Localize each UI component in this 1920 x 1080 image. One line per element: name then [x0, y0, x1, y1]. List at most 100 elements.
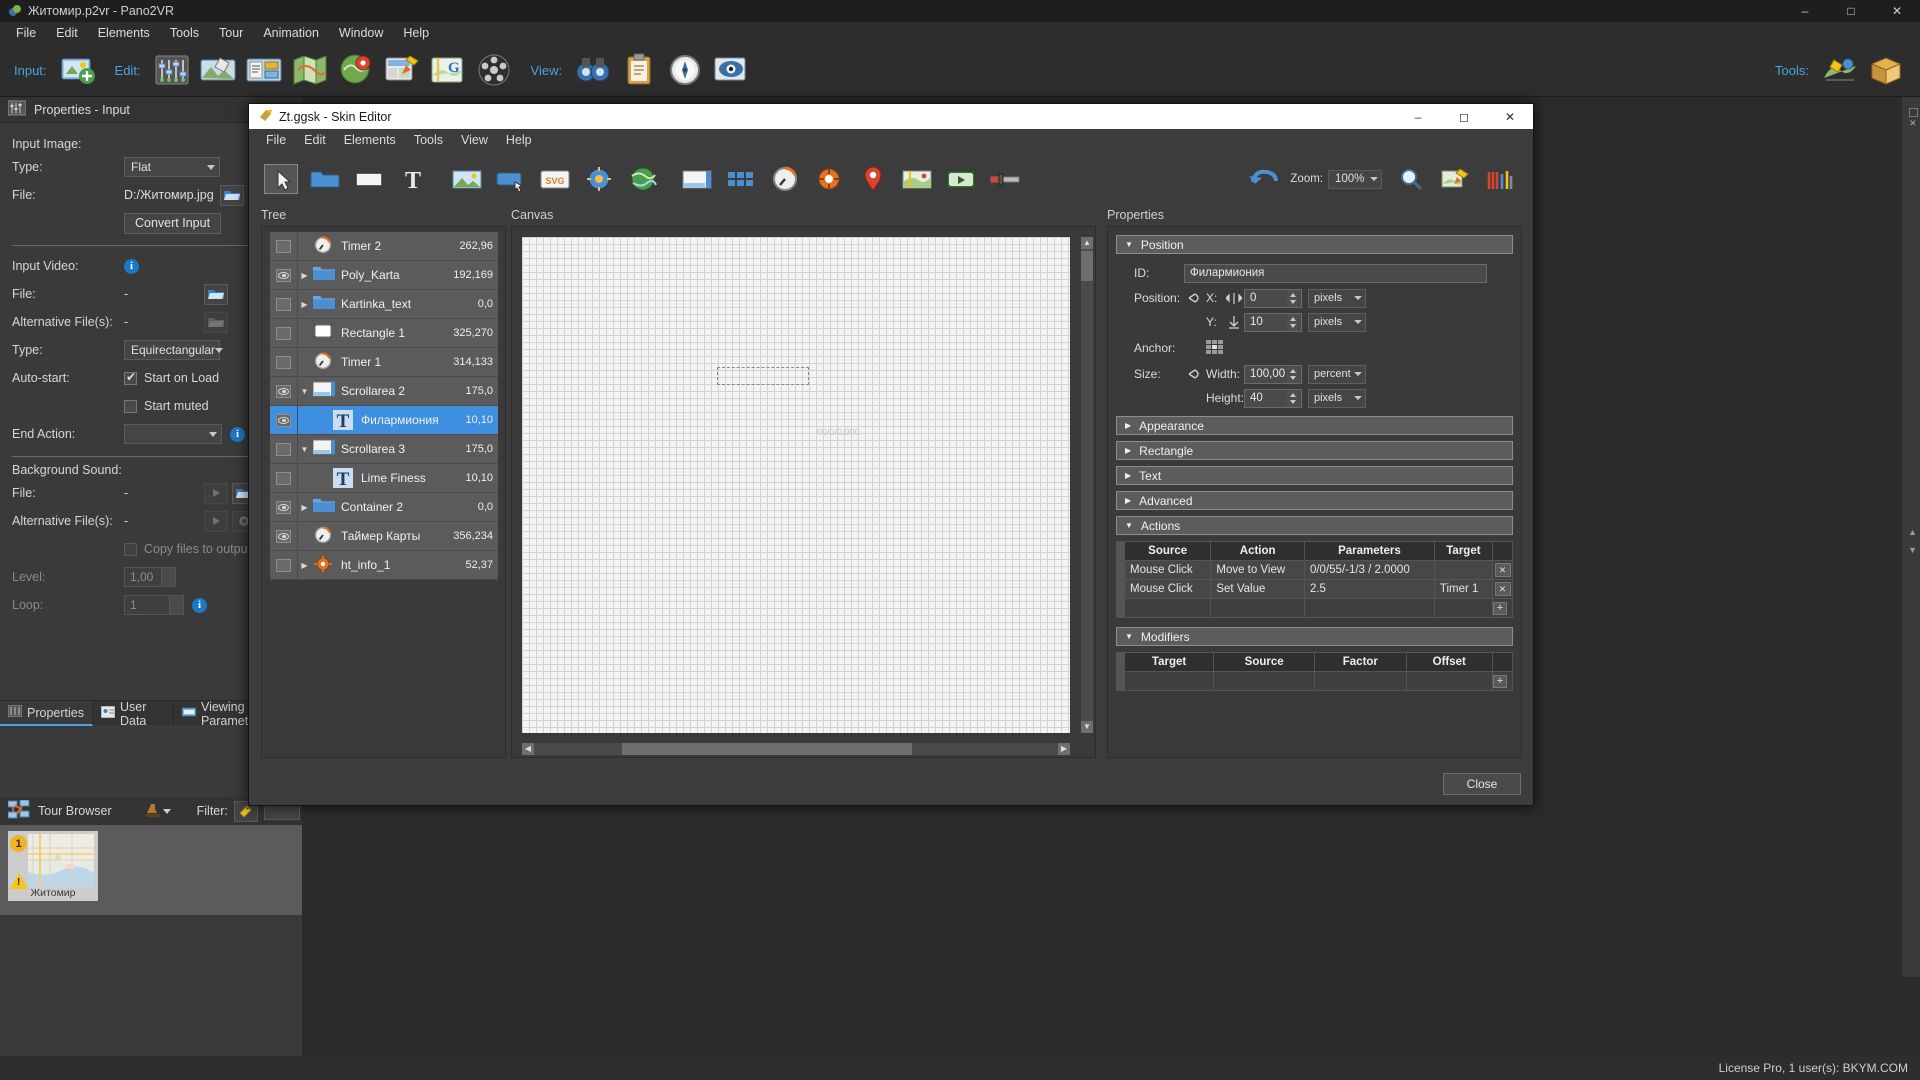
stamp-icon[interactable] — [145, 803, 171, 819]
tree-row[interactable]: ▼ Scrollarea 2 175,0 — [270, 376, 498, 406]
hotspot-editor-icon[interactable] — [244, 50, 284, 90]
add-input-icon[interactable] — [58, 50, 98, 90]
copy-files-checkbox[interactable] — [124, 542, 137, 556]
skin-menu-edit[interactable]: Edit — [295, 131, 335, 149]
section-advanced[interactable]: ▶ Advanced — [1116, 491, 1513, 510]
hotspot-icon[interactable] — [582, 164, 616, 194]
export-skin-icon[interactable] — [1438, 164, 1472, 194]
binoculars-icon[interactable] — [573, 50, 613, 90]
tree-row[interactable]: ▶ Container 2 0,0 — [270, 492, 498, 522]
visibility-checkbox[interactable] — [270, 463, 298, 493]
clipboard-icon[interactable] — [619, 50, 659, 90]
patch-tool-icon[interactable] — [198, 50, 238, 90]
close-icon[interactable]: ✕ — [1494, 582, 1511, 596]
visibility-eye-icon[interactable] — [270, 405, 298, 435]
film-strip-icon[interactable] — [474, 50, 514, 90]
section-modifiers[interactable]: ▼ Modifiers — [1116, 627, 1513, 646]
folder-open-icon[interactable] — [204, 283, 228, 305]
tree-row[interactable]: ▶ Poly_Karta 192,169 — [270, 260, 498, 290]
scroll-left-icon[interactable]: ◀ — [522, 743, 534, 755]
cell-parameters[interactable]: 0/0/55/-1/3 / 2.0000 — [1303, 560, 1435, 580]
skin-menu-tools[interactable]: Tools — [405, 131, 452, 149]
start-on-load-checkbox[interactable] — [124, 370, 137, 385]
canvas-panel[interactable]: 00/0/0,000 ▲ ▼ ◀ ▶ — [511, 226, 1096, 758]
menu-animation[interactable]: Animation — [253, 24, 329, 42]
package-box-icon[interactable] — [1866, 50, 1906, 90]
tree-row[interactable]: T Филармиония 10,10 — [270, 405, 498, 435]
scrollbar-thumb[interactable] — [622, 743, 912, 755]
menu-tour[interactable]: Tour — [209, 24, 253, 42]
scroll-up-icon[interactable]: ▲ — [1081, 237, 1093, 249]
menu-window[interactable]: Window — [329, 24, 393, 42]
tree-row[interactable]: T Lime Finess 10,10 — [270, 463, 498, 493]
folder-open-icon[interactable] — [204, 311, 228, 333]
visibility-eye-icon[interactable] — [270, 376, 298, 406]
properties-sliders-icon[interactable] — [152, 50, 192, 90]
play-icon[interactable] — [204, 510, 228, 532]
close-button[interactable]: Close — [1443, 773, 1521, 795]
folder-open-icon[interactable] — [220, 184, 244, 206]
search-icon[interactable] — [1394, 164, 1428, 194]
stepper-arrows-icon[interactable] — [1287, 389, 1298, 407]
world-map-icon[interactable] — [626, 164, 660, 194]
chevron-right-icon[interactable]: ▶ — [298, 503, 311, 512]
chevron-down-icon[interactable]: ▼ — [298, 387, 311, 396]
grid-thumbnails-icon[interactable] — [724, 164, 758, 194]
info-icon[interactable]: i — [124, 258, 139, 274]
height-input[interactable]: 40 — [1244, 388, 1302, 408]
width-unit-select[interactable]: percent — [1308, 364, 1366, 384]
zoom-select[interactable]: 100% — [1328, 169, 1382, 189]
loop-stepper[interactable]: 1 — [124, 595, 184, 615]
add-row-button[interactable]: + — [1492, 671, 1513, 691]
timer-icon[interactable] — [768, 164, 802, 194]
cell-action[interactable]: Set Value — [1210, 579, 1305, 599]
visibility-checkbox[interactable] — [270, 434, 298, 464]
svg-icon[interactable]: SVG — [538, 164, 572, 194]
gyro-icon[interactable] — [812, 164, 846, 194]
compass-icon[interactable] — [665, 50, 705, 90]
info-icon[interactable]: i — [230, 426, 245, 442]
scroll-right-icon[interactable]: ▶ — [1058, 743, 1070, 755]
tree-row[interactable]: ▶ ht_info_1 52,37 — [270, 550, 498, 580]
menu-tools[interactable]: Tools — [160, 24, 209, 42]
cell-source[interactable]: Mouse Click — [1123, 560, 1212, 580]
floorplan-icon[interactable] — [900, 164, 934, 194]
tools-icon[interactable] — [1482, 164, 1516, 194]
dock-close-icon[interactable]: ✕ — [1909, 119, 1918, 128]
add-row-button[interactable]: + — [1492, 598, 1513, 618]
cell-target[interactable]: Timer 1 — [1433, 579, 1494, 599]
start-muted-checkbox[interactable] — [124, 399, 137, 413]
minimize-button[interactable]: – — [1395, 104, 1441, 129]
output-tree-icon[interactable] — [1820, 50, 1860, 90]
tab-user-data[interactable]: User Data — [93, 700, 174, 728]
preview-eye-icon[interactable] — [711, 50, 751, 90]
cell-target[interactable] — [1433, 560, 1494, 580]
undo-arrow-icon[interactable] — [1245, 164, 1279, 194]
close-icon[interactable]: ✕ — [1487, 104, 1533, 129]
section-rectangle[interactable]: ▶ Rectangle — [1116, 441, 1513, 460]
cell-action[interactable]: Move to View — [1210, 560, 1305, 580]
y-unit-select[interactable]: pixels — [1308, 312, 1366, 332]
visibility-checkbox[interactable] — [270, 550, 298, 580]
plus-icon[interactable]: + — [1493, 674, 1507, 688]
height-unit-select[interactable]: pixels — [1308, 388, 1366, 408]
chevron-right-icon[interactable]: ▶ — [298, 271, 311, 280]
map-editor-icon[interactable] — [290, 50, 330, 90]
x-unit-select[interactable]: pixels — [1308, 288, 1366, 308]
maximize-button[interactable]: □ — [1828, 0, 1874, 22]
y-input[interactable]: 10 — [1244, 312, 1302, 332]
container-icon[interactable] — [308, 164, 342, 194]
size-link-icon[interactable] — [1184, 368, 1206, 380]
stepper-arrows-icon[interactable] — [1287, 313, 1298, 331]
video-icon[interactable] — [944, 164, 978, 194]
text-icon[interactable]: T — [396, 164, 430, 194]
end-action-select[interactable] — [124, 424, 222, 444]
row-drag-handle[interactable] — [1116, 579, 1125, 599]
visibility-checkbox[interactable] — [270, 347, 298, 377]
slider-icon[interactable] — [988, 164, 1022, 194]
pin-marker-icon[interactable] — [336, 50, 376, 90]
menu-help[interactable]: Help — [393, 24, 439, 42]
image-icon[interactable] — [450, 164, 484, 194]
horizontal-align-icon[interactable] — [1224, 292, 1244, 304]
chevron-right-icon[interactable]: ▶ — [298, 300, 311, 309]
